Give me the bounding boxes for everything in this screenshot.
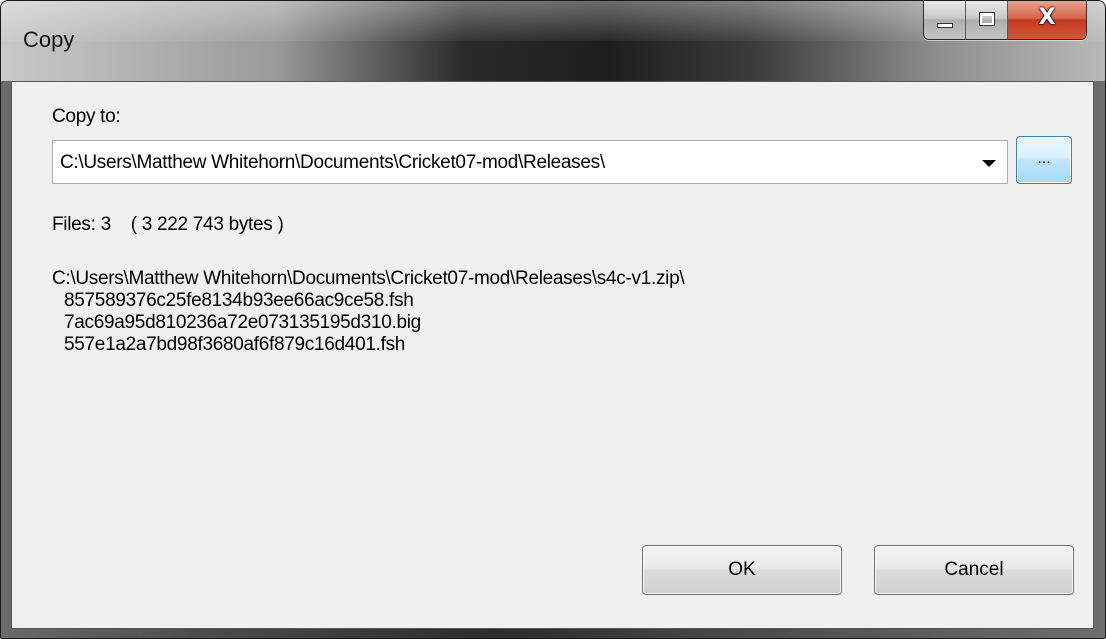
title-bar[interactable]: Copy X: [1, 1, 1105, 81]
chevron-down-icon[interactable]: [971, 141, 1007, 183]
destination-combobox[interactable]: C:\Users\Matthew Whitehorn\Documents\Cri…: [52, 140, 1008, 184]
copy-to-label: Copy to:: [52, 106, 121, 127]
cancel-button[interactable]: Cancel: [874, 545, 1074, 595]
destination-path-value[interactable]: C:\Users\Matthew Whitehorn\Documents\Cri…: [60, 152, 605, 174]
list-item: 857589376c25fe8134b93ee66ac9ce58.fsh: [64, 290, 414, 311]
browse-button[interactable]: ...: [1016, 136, 1072, 184]
copy-dialog-window: Copy X Copy to: C:\Users\Matthew Whiteho…: [0, 0, 1106, 639]
caption-buttons: X: [923, 1, 1087, 40]
minimize-icon: [937, 23, 953, 28]
close-icon: X: [1038, 5, 1056, 30]
window-title: Copy: [23, 27, 75, 52]
maximize-icon: [979, 12, 995, 26]
file-list: C:\Users\Matthew Whitehorn\Documents\Cri…: [52, 268, 685, 356]
maximize-button[interactable]: [966, 1, 1008, 39]
archive-path: C:\Users\Matthew Whitehorn\Documents\Cri…: [52, 268, 685, 289]
list-item: 557e1a2a7bd98f3680af6f879c16d401.fsh: [64, 334, 406, 355]
ok-button[interactable]: OK: [642, 545, 842, 595]
minimize-button[interactable]: [924, 1, 966, 39]
dialog-client-area: Copy to: C:\Users\Matthew Whitehorn\Docu…: [11, 81, 1094, 629]
files-summary: Files: 3 ( 3 222 743 bytes ): [52, 214, 284, 235]
list-item: 7ac69a95d810236a72e073135195d310.big: [64, 312, 421, 333]
close-button[interactable]: X: [1008, 1, 1086, 39]
